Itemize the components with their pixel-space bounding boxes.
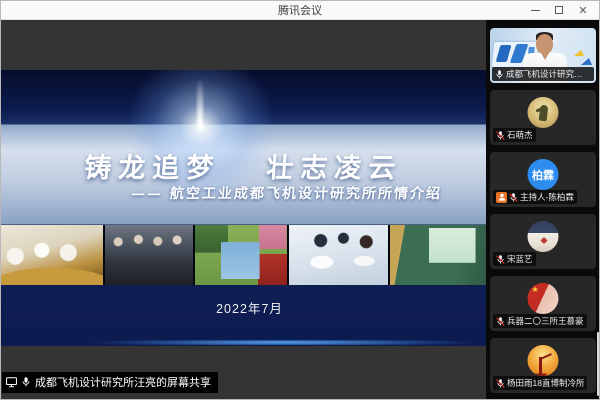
screen-share-banner: 成都飞机设计研究所汪亮的屏幕共享	[2, 372, 218, 393]
slide-photo-strip	[1, 225, 486, 285]
photo-conference-room	[390, 225, 486, 285]
slide-title: 铸龙追梦 壮志凌云	[1, 146, 486, 185]
meeting-window: 腾讯会议 ✕ 铸龙追梦 壮志凌云 —— 航空工业成都飞机设计研究所所情介绍	[0, 0, 600, 400]
participant-name: 兵器二〇三所王慕豪	[507, 315, 584, 327]
mic-muted-icon	[496, 316, 505, 327]
paper-plane-icon	[574, 50, 584, 56]
photo-office-scene	[1, 225, 103, 285]
person-figure	[536, 34, 553, 54]
mic-muted-icon	[509, 192, 518, 203]
participant-tile-songlanyi[interactable]: 宋蓝艺	[490, 214, 596, 269]
photo-group-meeting	[105, 225, 193, 285]
mic-muted-icon	[496, 130, 505, 141]
participant-tile-wangliang[interactable]: 成都飞机设计研究所汪亮	[490, 28, 596, 83]
host-badge-icon	[496, 192, 507, 203]
participant-name-tag: 石萌杰	[493, 128, 536, 142]
paper-plane-icon	[581, 58, 592, 65]
avatar: 柏霖	[528, 159, 559, 190]
mic-muted-icon	[496, 254, 505, 265]
mic-on-icon	[495, 69, 504, 80]
sidebar-scrollbar[interactable]	[597, 332, 599, 396]
participants-sidebar: 成都飞机设计研究所汪亮 石萌杰 柏霖	[486, 20, 599, 399]
maximize-button[interactable]	[549, 2, 569, 18]
screen-share-icon	[6, 377, 17, 388]
avatar	[528, 221, 559, 252]
participant-name-tag: 杨田雨18直博制冷所	[493, 376, 587, 390]
participant-name: 石萌杰	[507, 129, 533, 141]
shared-screen-area[interactable]: 铸龙追梦 壮志凌云 —— 航空工业成都飞机设计研究所所情介绍 2022年7月	[1, 20, 486, 399]
sun-glow-graphic	[197, 78, 203, 130]
slide-date: 2022年7月	[1, 298, 486, 317]
participant-tile-wangmuhao[interactable]: ★ 兵器二〇三所王慕豪	[490, 276, 596, 331]
participant-name: 宋蓝艺	[507, 253, 533, 265]
meeting-content: 铸龙追梦 壮志凌云 —— 航空工业成都飞机设计研究所所情介绍 2022年7月	[1, 20, 599, 399]
avatar: ★	[528, 283, 559, 314]
photo-campus-collage	[195, 225, 287, 285]
window-controls: ✕	[525, 1, 593, 19]
slide-bottom-glow	[1, 340, 486, 345]
slide-subtitle: —— 航空工业成都飞机设计研究所所情介绍	[1, 183, 486, 203]
maximize-icon	[555, 6, 563, 14]
participant-name-tag: 主持人-陈柏霖	[493, 190, 577, 204]
participant-name: 主持人-陈柏霖	[520, 191, 574, 203]
participant-tile-chenbolin[interactable]: 柏霖 主持人-陈柏霖	[490, 152, 596, 207]
photo-office-discussion	[289, 225, 388, 285]
avatar	[528, 345, 559, 376]
participant-name-tag: 兵器二〇三所王慕豪	[493, 314, 587, 328]
minimize-button[interactable]	[525, 2, 545, 18]
participant-name-tag: 宋蓝艺	[493, 252, 536, 266]
slide-title-part1: 铸龙追梦	[83, 146, 222, 185]
slide-title-part2: 壮志凌云	[265, 146, 404, 185]
avatar	[528, 97, 559, 128]
presentation-slide: 铸龙追梦 壮志凌云 —— 航空工业成都飞机设计研究所所情介绍 2022年7月	[1, 70, 486, 346]
mic-icon	[21, 376, 31, 388]
screen-share-label: 成都飞机设计研究所汪亮的屏幕共享	[35, 374, 211, 390]
close-icon: ✕	[578, 4, 587, 17]
participant-name-tag: 成都飞机设计研究所汪亮	[492, 67, 594, 81]
participant-tile-shimengjie[interactable]: 石萌杰	[490, 90, 596, 145]
participant-name: 杨田雨18直博制冷所	[507, 377, 584, 389]
participant-tile-yangtianyu[interactable]: 杨田雨18直博制冷所	[490, 338, 596, 393]
window-titlebar[interactable]: 腾讯会议 ✕	[1, 1, 599, 20]
participant-name: 成都飞机设计研究所汪亮	[506, 68, 591, 80]
window-title: 腾讯会议	[278, 2, 322, 18]
minimize-icon	[531, 10, 540, 11]
close-button[interactable]: ✕	[573, 2, 593, 18]
mic-muted-icon	[496, 378, 505, 389]
